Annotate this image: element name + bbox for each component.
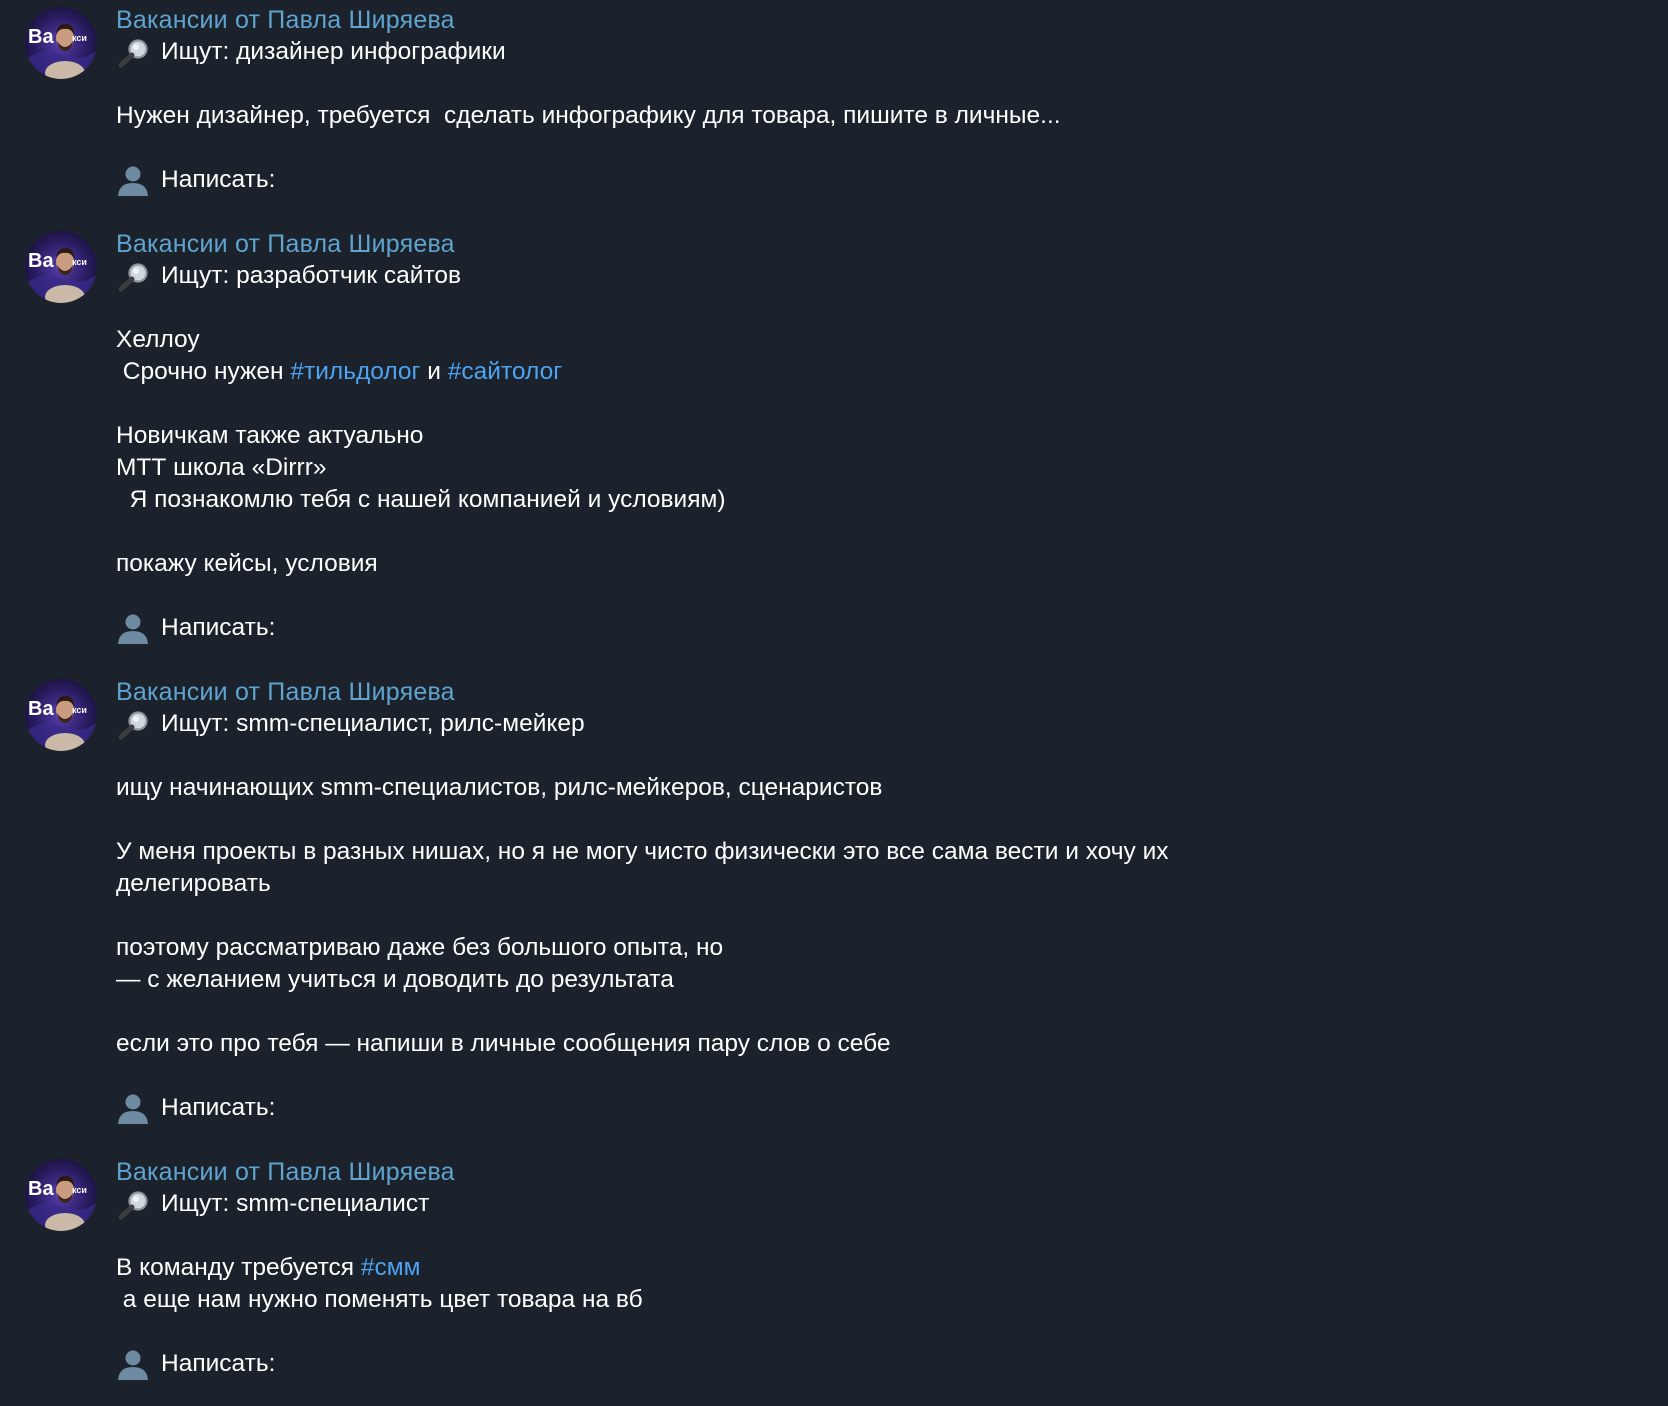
channel-avatar[interactable]: [25, 7, 97, 79]
body-text-part: В команду требуется: [116, 1254, 361, 1281]
looking-for-line: Ищут: разработчик сайтов: [116, 260, 1416, 292]
write-contact-line[interactable]: Написать:: [116, 164, 1416, 196]
body-text: Нужен дизайнер, требуется сделать инфогр…: [116, 102, 1061, 129]
sender-name[interactable]: Вакансии от Павла Ширяева: [116, 676, 1416, 708]
magnifier-icon: [116, 36, 152, 68]
magnifier-icon: [116, 708, 152, 740]
body-text: Новичкам также актуально: [116, 422, 424, 449]
body-text-part: Срочно нужен: [116, 358, 291, 385]
avatar-image: [25, 1159, 97, 1231]
message-body: Вакансии от Павла Ширяева Ищут: разработ…: [116, 228, 1416, 644]
write-label: Написать:: [161, 1350, 276, 1377]
person-icon: [116, 1092, 152, 1124]
hashtag-link[interactable]: #смм: [361, 1254, 421, 1281]
avatar-image: [25, 231, 97, 303]
body-text: Я познакомлю тебя с нашей компанией и ус…: [116, 486, 726, 513]
body-text: МТТ школа «Dirrr»: [116, 454, 327, 481]
looking-for-line: Ищут: smm-специалист, рилс-мейкер: [116, 708, 1416, 740]
looking-for-line: Ищут: дизайнер инфографики: [116, 36, 1416, 68]
body-text: ищу начинающих smm-специалистов, рилс-ме…: [116, 774, 883, 801]
sender-name[interactable]: Вакансии от Павла Ширяева: [116, 4, 1416, 36]
body-text: покажу кейсы, условия: [116, 550, 378, 577]
write-contact-line[interactable]: Написать:: [116, 612, 1416, 644]
sender-name[interactable]: Вакансии от Павла Ширяева: [116, 228, 1416, 260]
person-icon: [116, 164, 152, 196]
looking-for-value: smm-специалист, рилс-мейкер: [236, 710, 585, 737]
magnifier-icon: [116, 1188, 152, 1220]
magnifier-icon: [116, 260, 152, 292]
write-contact-line[interactable]: Написать:: [116, 1092, 1416, 1124]
body-text-with-tags: Срочно нужен #тильдолог и #сайтолог: [116, 356, 1416, 388]
write-label: Написать:: [161, 614, 276, 641]
body-text-with-tags: В команду требуется #смм: [116, 1252, 1416, 1284]
message-body: Вакансии от Павла Ширяева Ищут: smm-спец…: [116, 1156, 1416, 1380]
looking-for-value: дизайнер инфографики: [236, 38, 506, 65]
channel-avatar[interactable]: [25, 1159, 97, 1231]
body-text: делегировать: [116, 870, 271, 897]
looking-prefix: Ищут:: [161, 710, 237, 737]
message-feed: Вакансии от Павла Ширяева Ищут: дизайнер…: [0, 0, 1668, 1406]
channel-avatar[interactable]: [25, 679, 97, 751]
message-body: Вакансии от Павла Ширяева Ищут: smm-спец…: [116, 676, 1416, 1124]
body-text: поэтому рассматриваю даже без большого о…: [116, 934, 724, 961]
hashtag-link[interactable]: #тильдолог: [290, 358, 420, 385]
looking-for-value: разработчик сайтов: [236, 262, 462, 289]
avatar-image: [25, 679, 97, 751]
sender-name[interactable]: Вакансии от Павла Ширяева: [116, 1156, 1416, 1188]
body-text: Хеллоу: [116, 326, 200, 353]
channel-avatar[interactable]: [25, 231, 97, 303]
body-text: У меня проекты в разных нишах, но я не м…: [116, 838, 1169, 865]
looking-for-value: smm-специалист: [236, 1190, 430, 1217]
person-icon: [116, 1348, 152, 1380]
body-text: — с желанием учиться и доводить до резул…: [116, 966, 674, 993]
looking-prefix: Ищут:: [161, 1190, 237, 1217]
write-contact-line[interactable]: Написать:: [116, 1348, 1416, 1380]
person-icon: [116, 612, 152, 644]
body-text-part: и: [420, 358, 448, 385]
avatar-image: [25, 7, 97, 79]
looking-for-line: Ищут: smm-специалист: [116, 1188, 1416, 1220]
hashtag-link[interactable]: #сайтолог: [448, 358, 562, 385]
looking-prefix: Ищут:: [161, 38, 237, 65]
message-body: Вакансии от Павла Ширяева Ищут: дизайнер…: [116, 4, 1416, 196]
write-label: Написать:: [161, 1094, 276, 1121]
body-text: если это про тебя — напиши в личные сооб…: [116, 1030, 891, 1057]
looking-prefix: Ищут:: [161, 262, 237, 289]
write-label: Написать:: [161, 166, 276, 193]
body-text: а еще нам нужно поменять цвет товара на …: [116, 1286, 643, 1313]
